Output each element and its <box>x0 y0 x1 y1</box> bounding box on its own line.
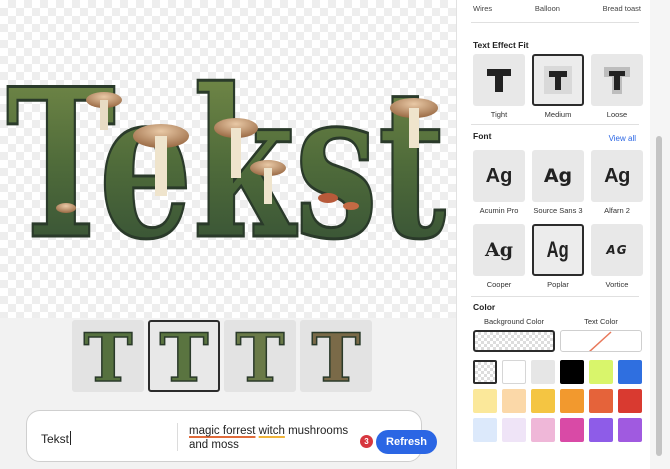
swatch-pale-blue[interactable] <box>473 418 497 442</box>
text-input-value: Tekst <box>41 432 70 446</box>
fit-section-title: Text Effect Fit <box>473 40 529 50</box>
font-sample: Ag <box>484 239 514 261</box>
swatch-white[interactable] <box>502 360 526 384</box>
style-prompt-input[interactable]: magic forrest witch mushrooms and moss <box>189 424 364 452</box>
thumbnail-letter: T <box>311 325 360 387</box>
font-alfarn-label: Alfarn 2 <box>604 206 630 215</box>
swatch-pale-lavender[interactable] <box>502 418 526 442</box>
swatch-orange[interactable] <box>560 389 584 413</box>
font-sample: Ag <box>485 164 513 187</box>
style-prompt-part: magic forrest <box>189 425 256 437</box>
thumbnail-1[interactable]: T <box>72 320 144 392</box>
section-divider <box>471 124 639 125</box>
swatch-red-orange[interactable] <box>589 389 613 413</box>
swatch-purple[interactable] <box>589 418 613 442</box>
font-section-title: Font <box>473 131 492 141</box>
thumbnail-letter: T <box>159 325 208 387</box>
font-sample: Ag <box>543 165 573 187</box>
generated-text-image: Tekst <box>6 58 446 258</box>
swatch-pale-yellow[interactable] <box>473 389 497 413</box>
section-divider <box>471 296 639 297</box>
background-color-picker[interactable] <box>473 330 555 352</box>
panel-scrollbar-thumb[interactable] <box>656 136 662 456</box>
fit-loose-icon <box>604 67 630 94</box>
font-sample: AG <box>606 243 628 257</box>
canvas-preview: Tekst <box>0 0 456 318</box>
swatch-blue[interactable] <box>618 360 642 384</box>
thumbnail-4[interactable]: T <box>300 320 372 392</box>
fit-medium-option[interactable] <box>532 54 584 106</box>
prompt-divider <box>177 423 178 451</box>
swatch-light-gray[interactable] <box>531 360 555 384</box>
swatch-violet[interactable] <box>618 418 642 442</box>
preset-label-wires[interactable]: Wires <box>473 4 492 13</box>
thumbnail-letter: T <box>235 325 284 387</box>
section-divider <box>471 22 639 23</box>
fit-medium-icon <box>544 66 572 94</box>
font-poplar-option[interactable]: Ag <box>532 224 584 276</box>
font-source-sans-option[interactable]: Ag <box>532 150 584 202</box>
font-vortice-label: Vortice <box>605 280 629 289</box>
swatch-yellow[interactable] <box>531 389 555 413</box>
fit-tight-option[interactable] <box>473 54 525 106</box>
prompt-bar: Tekst magic forrest witch mushrooms and … <box>26 410 437 462</box>
fit-loose-option[interactable] <box>591 54 643 106</box>
fit-loose-label: Loose <box>606 110 628 119</box>
background-color-label: Background Color <box>483 317 545 326</box>
swatch-red[interactable] <box>618 389 642 413</box>
no-color-slash-icon <box>588 331 612 351</box>
font-acumin-pro-option[interactable]: Ag <box>473 150 525 202</box>
font-sample: Ag <box>604 164 630 187</box>
text-color-label: Text Color <box>584 317 618 326</box>
font-vortice-option[interactable]: AG <box>591 224 643 276</box>
preset-label-bread-toast[interactable]: Bread toast <box>603 4 641 13</box>
color-section-title: Color <box>473 302 496 312</box>
preset-label-balloon[interactable]: Balloon <box>535 4 560 13</box>
fit-tight-icon <box>487 69 511 92</box>
font-view-all-link[interactable]: View all <box>609 134 636 143</box>
swatch-peach[interactable] <box>502 389 526 413</box>
swatch-magenta[interactable] <box>560 418 584 442</box>
style-prompt-part: witch <box>258 425 285 437</box>
style-presets-labels: Wires Balloon Bread toast <box>473 4 641 13</box>
font-sample: Ag <box>546 237 569 262</box>
variation-thumbnails: T T T T <box>72 320 372 392</box>
effects-panel: Wires Balloon Bread toast Text Effect Fi… <box>456 0 650 469</box>
swatch-lime[interactable] <box>589 360 613 384</box>
text-input[interactable]: Tekst <box>41 431 72 446</box>
text-color-picker[interactable] <box>560 330 642 352</box>
text-caret <box>70 431 72 445</box>
thumbnail-letter: T <box>83 325 132 387</box>
spellcheck-badge[interactable]: 3 <box>360 435 373 448</box>
refresh-button[interactable]: Refresh <box>376 430 437 454</box>
font-alfarn-option[interactable]: Ag <box>591 150 643 202</box>
thumbnail-3[interactable]: T <box>224 320 296 392</box>
swatch-pink[interactable] <box>531 418 555 442</box>
hero-text: Tekst <box>6 58 446 258</box>
font-cooper-option[interactable]: Ag <box>473 224 525 276</box>
swatch-black[interactable] <box>560 360 584 384</box>
thumbnail-2[interactable]: T <box>148 320 220 392</box>
swatch-transparent[interactable] <box>473 360 497 384</box>
